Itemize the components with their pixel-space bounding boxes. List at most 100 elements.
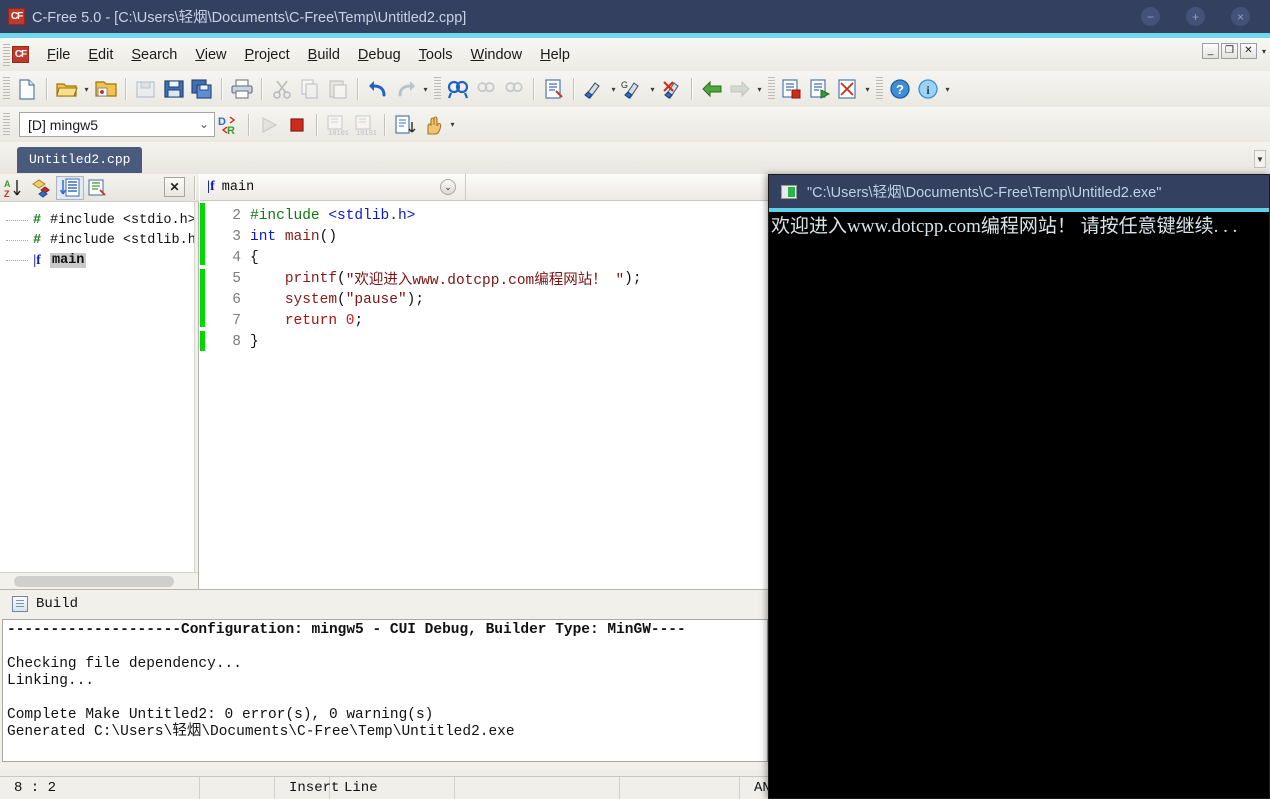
- menu-item-debug[interactable]: Debug: [349, 44, 410, 66]
- goto-line-button[interactable]: [391, 111, 419, 139]
- open-file-button[interactable]: [53, 75, 81, 103]
- toolbar-grip-4[interactable]: [876, 77, 883, 101]
- system-menu-icon[interactable]: CF: [12, 46, 29, 63]
- stop-button[interactable]: [283, 111, 311, 139]
- save-all-button[interactable]: [188, 75, 216, 103]
- show-members-button[interactable]: [56, 175, 84, 200]
- step-into-button[interactable]: 10101: [323, 111, 351, 139]
- save-as-button[interactable]: [132, 75, 160, 103]
- toolbar-grip-1[interactable]: [3, 77, 10, 101]
- step-over-button[interactable]: 10101: [351, 111, 379, 139]
- build-button[interactable]: G: [619, 75, 647, 103]
- menu-item-file[interactable]: File: [38, 44, 79, 66]
- undo-button[interactable]: [364, 75, 392, 103]
- mdi-close-icon: ✕: [1244, 45, 1253, 56]
- debug-release-toggle-button[interactable]: D R: [215, 111, 243, 139]
- cut-icon: [273, 80, 291, 99]
- copy-icon: [301, 79, 318, 99]
- close-panel-button[interactable]: ✕: [164, 177, 185, 197]
- replace-button[interactable]: [540, 75, 568, 103]
- tabstrip-scroll-button[interactable]: ▼: [1254, 150, 1266, 168]
- help-dropdown-caret-icon[interactable]: ▾: [942, 85, 953, 94]
- build-dropdown-caret-icon[interactable]: ▾: [647, 85, 658, 94]
- toolbar-separator-5: [357, 78, 359, 100]
- help-button[interactable]: ?: [886, 75, 914, 103]
- insert-breakpoint-button[interactable]: [778, 75, 806, 103]
- compile-button[interactable]: [580, 75, 608, 103]
- run-to-cursor-button[interactable]: [806, 75, 834, 103]
- tree-item-main[interactable]: |f main: [6, 250, 198, 270]
- build-output-line: Generated C:\Users\轻烟\Documents\C-Free\T…: [7, 724, 515, 740]
- toolbar-separator-7: [573, 78, 575, 100]
- menu-item-search[interactable]: Search: [122, 44, 186, 66]
- build-output-text[interactable]: --------------------Configuration: mingw…: [2, 619, 768, 762]
- menu-item-edit[interactable]: Edit: [79, 44, 122, 66]
- undo-dropdown-caret-icon[interactable]: ▾: [420, 85, 431, 94]
- mdi-restore-button[interactable]: ❐: [1220, 43, 1238, 59]
- tree-item-stdlib[interactable]: # #include <stdlib.h: [6, 230, 198, 250]
- print-button[interactable]: [228, 75, 256, 103]
- debug-dropdown-caret-icon[interactable]: ▾: [447, 120, 458, 129]
- menu-item-build[interactable]: Build: [299, 44, 349, 66]
- group-by-type-button[interactable]: [28, 176, 56, 200]
- open-dropdown-caret-icon[interactable]: ▾: [81, 85, 92, 94]
- stop-build-button[interactable]: [658, 75, 686, 103]
- editor-function-dropdown-button[interactable]: ⌄: [440, 179, 456, 195]
- profile-combobox[interactable]: [D] mingw5 ⌄: [19, 112, 215, 137]
- properties-button[interactable]: [84, 176, 112, 200]
- replace-icon: [544, 79, 563, 99]
- redo-button[interactable]: [392, 75, 420, 103]
- navigate-back-button[interactable]: [698, 75, 726, 103]
- find-next-button[interactable]: [472, 75, 500, 103]
- find-prev-button[interactable]: [500, 75, 528, 103]
- mdi-minimize-icon: _: [1207, 45, 1214, 56]
- mdi-close-button[interactable]: ✕: [1239, 43, 1257, 59]
- build-tab-label[interactable]: Build: [36, 596, 78, 612]
- svg-text:?: ?: [896, 82, 904, 97]
- scrollbar-thumb[interactable]: [14, 576, 174, 587]
- find-prev-icon: [505, 82, 523, 93]
- minimize-button[interactable]: −: [1141, 7, 1160, 26]
- find-button[interactable]: [444, 75, 472, 103]
- close-button[interactable]: ×: [1231, 7, 1250, 26]
- paste-button[interactable]: [324, 75, 352, 103]
- tree-item-stdio[interactable]: # #include <stdio.h>: [6, 210, 198, 230]
- new-file-button[interactable]: [13, 75, 41, 103]
- insert-breakpoint-icon: [782, 79, 801, 99]
- clear-breakpoints-button[interactable]: [834, 75, 862, 103]
- navigate-forward-button[interactable]: [726, 75, 754, 103]
- cut-button[interactable]: [268, 75, 296, 103]
- toolbar-grip-5[interactable]: [3, 112, 10, 137]
- menu-label-file: ile: [55, 46, 71, 63]
- menu-item-project[interactable]: Project: [236, 44, 299, 66]
- profile-combobox-arrow-icon[interactable]: ⌄: [199, 117, 209, 131]
- toolbar-grip-2[interactable]: [434, 77, 441, 101]
- pause-hand-icon: [427, 115, 442, 135]
- pause-hand-button[interactable]: [419, 111, 447, 139]
- mdi-minimize-button[interactable]: _: [1201, 43, 1219, 59]
- mdi-overflow-caret-icon[interactable]: ▾: [1262, 47, 1266, 56]
- menu-item-tools[interactable]: Tools: [410, 44, 462, 66]
- maximize-button[interactable]: +: [1186, 7, 1205, 26]
- panel-horizontal-scrollbar[interactable]: [0, 572, 198, 589]
- save-button[interactable]: [160, 75, 188, 103]
- compile-dropdown-caret-icon[interactable]: ▾: [608, 85, 619, 94]
- breakpoint-dropdown-caret-icon[interactable]: ▾: [862, 85, 873, 94]
- menu-item-help[interactable]: Help: [531, 44, 579, 66]
- run-button[interactable]: [255, 111, 283, 139]
- stop-icon: [290, 117, 304, 132]
- function-icon: |f: [207, 179, 215, 194]
- document-tab-untitled2[interactable]: Untitled2.cpp: [17, 147, 143, 173]
- menu-item-view[interactable]: View: [186, 44, 235, 66]
- copy-button[interactable]: [296, 75, 324, 103]
- console-window[interactable]: "C:\Users\轻烟\Documents\C-Free\Temp\Untit…: [768, 174, 1270, 799]
- nav-dropdown-caret-icon[interactable]: ▾: [754, 85, 765, 94]
- menu-item-window[interactable]: Window: [462, 44, 532, 66]
- about-button[interactable]: i: [914, 75, 942, 103]
- toolbar-grip-3[interactable]: [768, 77, 775, 101]
- menubar-grip[interactable]: [3, 43, 10, 66]
- sort-alpha-button[interactable]: A Z: [0, 176, 28, 200]
- open-recent-button[interactable]: [92, 75, 120, 103]
- console-line: 欢迎进入www.dotcpp.com编程网站！ 请按任意键继续. . .: [771, 216, 1238, 237]
- console-output[interactable]: 欢迎进入www.dotcpp.com编程网站！ 请按任意键继续. . .: [769, 212, 1269, 239]
